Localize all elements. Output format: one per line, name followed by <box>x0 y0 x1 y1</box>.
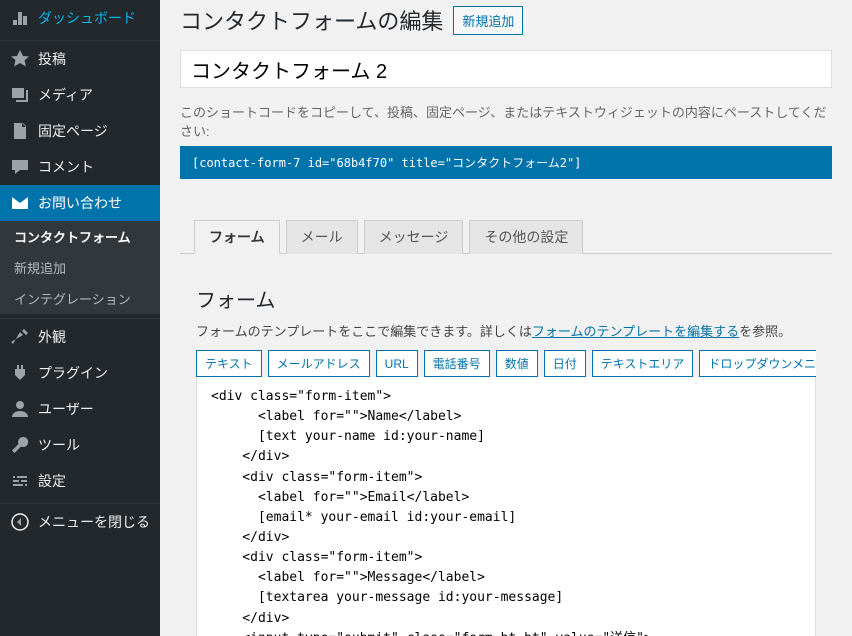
menu-label: ダッシュボード <box>38 8 136 28</box>
tag-tel[interactable]: 電話番号 <box>424 350 490 377</box>
menu-tools[interactable]: ツール <box>0 427 160 463</box>
collapse-icon <box>10 512 30 532</box>
main-content: コンタクトフォームの編集 新規追加 このショートコードをコピーして、投稿、固定ペ… <box>160 0 852 636</box>
shortcode-display[interactable]: [contact-form-7 id="68b4f70" title="コンタク… <box>180 146 832 179</box>
tag-text[interactable]: テキスト <box>196 350 262 377</box>
user-icon <box>10 399 30 419</box>
shortcode-help-text: このショートコードをコピーして、投稿、固定ページ、またはテキストウィジェットの内… <box>180 102 832 140</box>
plugin-icon <box>10 363 30 383</box>
settings-icon <box>10 471 30 491</box>
menu-label: 外観 <box>38 327 66 347</box>
menu-dashboard[interactable]: ダッシュボード <box>0 0 160 36</box>
menu-label: メディア <box>38 85 93 105</box>
submenu-add-new[interactable]: 新規追加 <box>0 252 160 283</box>
menu-plugins[interactable]: プラグイン <box>0 355 160 391</box>
submenu-integration[interactable]: インテグレーション <box>0 283 160 314</box>
add-new-button[interactable]: 新規追加 <box>453 6 523 35</box>
tab-row: フォーム メール メッセージ その他の設定 <box>180 219 832 254</box>
comment-icon <box>10 157 30 177</box>
panel-description: フォームのテンプレートをここで編集できます。詳しくはフォームのテンプレートを編集… <box>196 321 816 340</box>
menu-pages[interactable]: 固定ページ <box>0 113 160 149</box>
tool-icon <box>10 435 30 455</box>
mail-icon <box>10 193 30 213</box>
media-icon <box>10 85 30 105</box>
page-title: コンタクトフォームの編集 <box>180 4 443 36</box>
tab-additional[interactable]: その他の設定 <box>469 220 583 254</box>
appearance-icon <box>10 327 30 347</box>
tab-mail[interactable]: メール <box>286 220 358 254</box>
menu-contact[interactable]: お問い合わせ <box>0 185 160 221</box>
menu-label: ツール <box>38 435 80 455</box>
menu-media[interactable]: メディア <box>0 77 160 113</box>
tab-form[interactable]: フォーム <box>194 220 280 254</box>
panel-heading: フォーム <box>196 284 816 313</box>
desc-text: フォームのテンプレートをここで編集できます。詳しくは <box>196 324 532 339</box>
form-title-input[interactable] <box>180 50 832 88</box>
menu-users[interactable]: ユーザー <box>0 391 160 427</box>
menu-label: お問い合わせ <box>38 193 122 213</box>
desc-text: を参照。 <box>739 324 791 339</box>
tag-dropdown[interactable]: ドロップダウンメニュー <box>699 350 816 377</box>
tag-textarea[interactable]: テキストエリア <box>592 350 694 377</box>
dashboard-icon <box>10 8 30 28</box>
tag-date[interactable]: 日付 <box>544 350 586 377</box>
form-template-textarea[interactable] <box>196 377 816 636</box>
submenu-contact: コンタクトフォーム 新規追加 インテグレーション <box>0 221 160 314</box>
menu-label: プラグイン <box>38 363 108 383</box>
menu-label: メニューを閉じる <box>38 512 150 532</box>
menu-collapse[interactable]: メニューを閉じる <box>0 504 160 540</box>
pin-icon <box>10 49 30 69</box>
template-help-link[interactable]: フォームのテンプレートを編集する <box>532 324 739 339</box>
menu-label: 固定ページ <box>38 121 108 141</box>
tag-number[interactable]: 数値 <box>496 350 538 377</box>
menu-appearance[interactable]: 外観 <box>0 319 160 355</box>
menu-label: コメント <box>38 157 94 177</box>
form-panel: フォーム フォームのテンプレートをここで編集できます。詳しくはフォームのテンプレ… <box>180 254 832 636</box>
tag-generator-row: テキスト メールアドレス URL 電話番号 数値 日付 テキストエリア ドロップ… <box>196 350 816 377</box>
tag-email[interactable]: メールアドレス <box>268 350 370 377</box>
menu-label: ユーザー <box>38 399 94 419</box>
submenu-contact-forms[interactable]: コンタクトフォーム <box>0 221 160 252</box>
menu-label: 投稿 <box>38 49 66 69</box>
menu-posts[interactable]: 投稿 <box>0 41 160 77</box>
tab-messages[interactable]: メッセージ <box>364 220 464 254</box>
page-icon <box>10 121 30 141</box>
menu-label: 設定 <box>38 471 66 491</box>
menu-settings[interactable]: 設定 <box>0 463 160 499</box>
tag-url[interactable]: URL <box>376 350 418 377</box>
menu-comments[interactable]: コメント <box>0 149 160 185</box>
admin-sidebar: ダッシュボード 投稿 メディア 固定ページ コメント お問い合わせ コンタクトフ… <box>0 0 160 636</box>
